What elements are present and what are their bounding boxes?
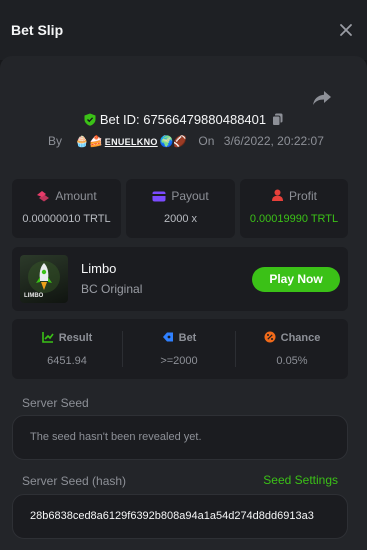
user-link[interactable]: ENUELKNO (105, 137, 158, 147)
profit-value: 0.00019990 TRTL (249, 213, 339, 225)
game-card: LIMBO Limbo BC Original Play Now (12, 247, 348, 311)
percent-icon (264, 331, 276, 343)
chance-value: 0.05% (276, 355, 308, 367)
server-seed-value: The seed hasn't been revealed yet. (30, 431, 202, 443)
server-seed-label: Server Seed (22, 396, 89, 410)
bet-tag-icon (162, 332, 173, 342)
user-emoji-suffix: 🌍🏈 (159, 136, 188, 148)
bet-value: >=2000 (160, 355, 198, 367)
modal-title: Bet Slip (11, 22, 64, 38)
server-seed-hash-label: Server Seed (hash) (22, 474, 127, 488)
bet-label: Bet (178, 332, 197, 344)
bet-author-row: By 🧁🍰 ENUELKNO 🌍🏈 On 3/6/2022, 20:22:07 (48, 134, 324, 148)
share-icon[interactable] (312, 89, 332, 107)
server-seed-hash-value: 28b6838ced8a6129f6392b808a94a1a54d274d8d… (30, 510, 314, 522)
copy-icon[interactable] (272, 113, 283, 126)
close-icon[interactable] (338, 22, 354, 38)
server-seed-hash-field[interactable]: 28b6838ced8a6129f6392b808a94a1a54d274d8d… (12, 494, 348, 539)
game-provider: BC Original (81, 282, 143, 296)
bet-id-row: Bet ID: 6756647988048840​1 (0, 112, 367, 127)
chance-label: Chance (280, 332, 321, 344)
profit-label: Profit (288, 189, 317, 203)
payout-label: Payout (171, 189, 209, 203)
bet-id: Bet ID: 6756647988048840​1 (99, 112, 267, 127)
on-label: On (198, 134, 215, 148)
amount-label: Amount (55, 189, 97, 203)
game-thumb-label: LIMBO (24, 293, 44, 299)
amount-icon (37, 191, 50, 202)
bet-column: Bet >=2000 (123, 319, 235, 379)
play-now-button[interactable]: Play Now (252, 267, 340, 292)
shield-check-icon (84, 113, 96, 126)
bet-date: 3/6/2022, 20:22:07 (223, 134, 324, 148)
result-value: 6451.94 (47, 355, 87, 367)
user-emoji-prefix: 🧁🍰 (75, 136, 103, 148)
profit-card: Profit 0.00019990 TRTL (240, 179, 348, 238)
profit-icon (271, 189, 283, 201)
result-label: Result (58, 332, 93, 344)
chance-column: Chance 0.05% (236, 319, 348, 379)
payout-card: Payout 2000 x (126, 179, 235, 238)
result-chart-icon (41, 332, 54, 343)
game-name: Limbo (81, 261, 117, 276)
by-label: By (48, 134, 63, 148)
modal-header: Bet Slip (0, 0, 367, 60)
result-column: Result 6451.94 (12, 319, 122, 379)
payout-icon (152, 191, 166, 202)
result-card: Result 6451.94 Bet >=2000 Chance 0.05% (12, 319, 348, 379)
game-thumbnail[interactable]: LIMBO (20, 255, 68, 303)
payout-value: 2000 x (163, 213, 198, 225)
seed-settings-link[interactable]: Seed Settings (263, 473, 338, 487)
amount-value: 0.00000010 TRTL (22, 213, 111, 225)
amount-card: Amount 0.00000010 TRTL (12, 179, 121, 238)
server-seed-field: The seed hasn't been revealed yet. (12, 415, 348, 460)
